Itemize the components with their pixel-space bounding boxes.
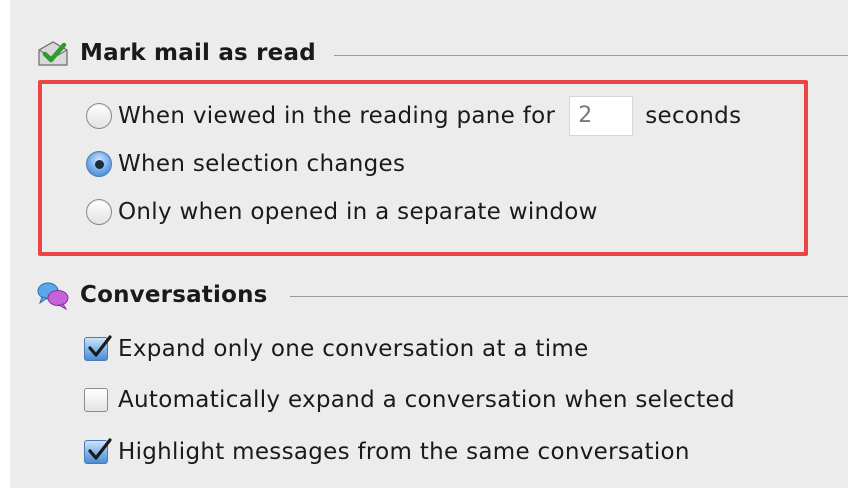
- mark-read-header: Mark mail as read: [36, 38, 316, 68]
- seconds-label: seconds: [645, 103, 742, 129]
- radio-button[interactable]: [86, 199, 112, 225]
- checkbox-option-highlight[interactable]: Highlight messages from the same convers…: [84, 438, 690, 465]
- checked-envelope-icon: [36, 38, 70, 68]
- checkbox-checked[interactable]: [84, 335, 112, 361]
- seconds-input[interactable]: 2: [569, 96, 634, 136]
- mark-read-title: Mark mail as read: [80, 40, 316, 66]
- radio-button-selected[interactable]: [86, 151, 112, 177]
- separate-window-label: Only when opened in a separate window: [118, 199, 598, 225]
- conversations-title: Conversations: [80, 282, 268, 308]
- highlight-label: Highlight messages from the same convers…: [118, 439, 690, 465]
- radio-option-selection-changes[interactable]: When selection changes: [86, 151, 405, 177]
- checkbox-option-auto-expand[interactable]: Automatically expand a conversation when…: [84, 387, 735, 413]
- mark-read-divider: [334, 55, 848, 56]
- checkbox-option-expand-one[interactable]: Expand only one conversation at a time: [84, 335, 589, 362]
- checkbox-unchecked[interactable]: [84, 388, 108, 412]
- conversations-divider: [290, 296, 848, 297]
- radio-option-separate-window[interactable]: Only when opened in a separate window: [86, 199, 598, 225]
- radio-option-reading-pane[interactable]: When viewed in the reading pane for 2 se…: [86, 96, 741, 136]
- checkbox-checked[interactable]: [84, 438, 112, 464]
- selection-changes-label: When selection changes: [118, 151, 406, 177]
- expand-one-label: Expand only one conversation at a time: [118, 336, 589, 362]
- conversations-header: Conversations: [36, 280, 268, 311]
- speech-bubbles-icon: [36, 280, 70, 311]
- radio-button[interactable]: [86, 103, 112, 129]
- auto-expand-label: Automatically expand a conversation when…: [118, 387, 735, 413]
- reading-pane-label: When viewed in the reading pane for: [118, 103, 556, 129]
